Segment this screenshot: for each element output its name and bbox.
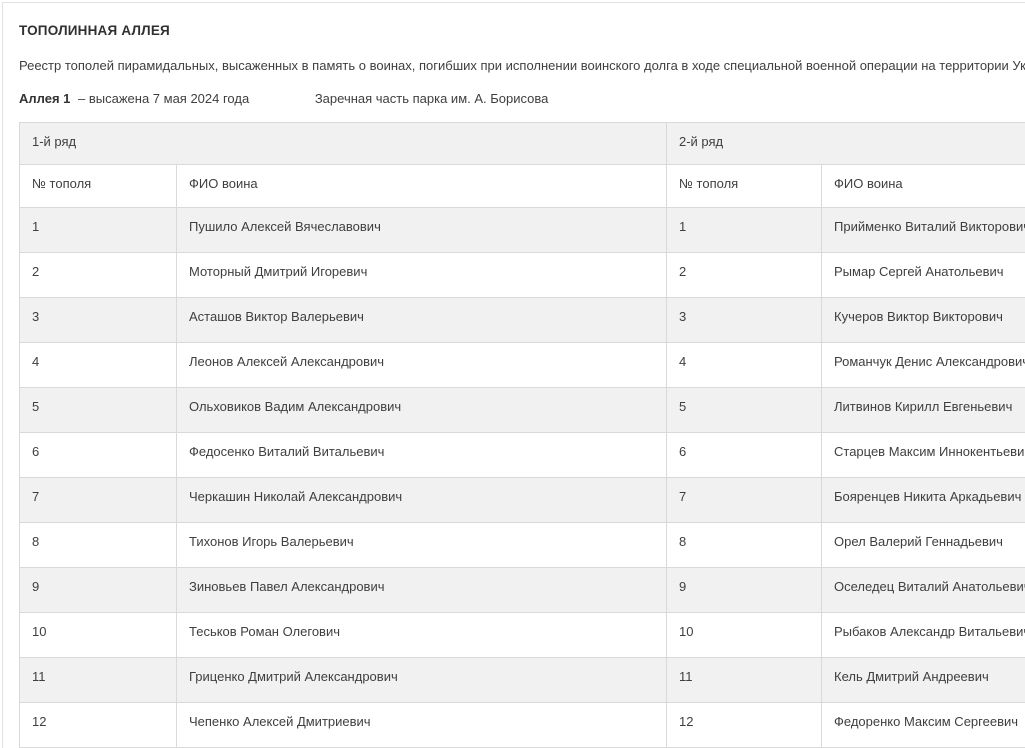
table-row: 1Пушило Алексей Вячеславович1Прийменко В… [20, 208, 1025, 253]
tree-number-row1: 4 [20, 343, 177, 388]
tree-number-row2: 4 [667, 343, 822, 388]
column-header-name-1: ФИО воина [177, 165, 667, 208]
row-group-label-1: 1-й ряд [20, 123, 667, 165]
tree-number-row1: 10 [20, 613, 177, 658]
table-row: 6Федосенко Виталий Витальевич6Старцев Ма… [20, 433, 1025, 478]
soldier-name-row2: Кель Дмитрий Андреевич [822, 658, 1025, 703]
row-group-label-2: 2-й ряд [667, 123, 1025, 165]
soldier-name-row1: Леонов Алексей Александрович [177, 343, 667, 388]
tree-number-row1: 2 [20, 253, 177, 298]
soldier-name-row1: Тихонов Игорь Валерьевич [177, 523, 667, 568]
tree-number-row1: 12 [20, 703, 177, 748]
soldier-name-row1: Черкашин Николай Александрович [177, 478, 667, 523]
page-container: ТОПОЛИННАЯ АЛЛЕЯ Реестр тополей пирамида… [2, 2, 1025, 748]
page-title: ТОПОЛИННАЯ АЛЛЕЯ [19, 23, 1025, 38]
tree-number-row1: 6 [20, 433, 177, 478]
tree-number-row2: 9 [667, 568, 822, 613]
tree-number-row2: 8 [667, 523, 822, 568]
tree-number-row2: 11 [667, 658, 822, 703]
tree-number-row2: 5 [667, 388, 822, 433]
soldier-name-row1: Чепенко Алексей Дмитриевич [177, 703, 667, 748]
column-header-name-2: ФИО воина [822, 165, 1025, 208]
table-row: 5Ольховиков Вадим Александрович5Литвинов… [20, 388, 1025, 433]
soldier-name-row2: Орел Валерий Геннадьевич [822, 523, 1025, 568]
tree-number-row2: 6 [667, 433, 822, 478]
table-row: 4Леонов Алексей Александрович4Романчук Д… [20, 343, 1025, 388]
table-row: 8Тихонов Игорь Валерьевич8Орел Валерий Г… [20, 523, 1025, 568]
table-row: 9Зиновьев Павел Александрович9Оселедец В… [20, 568, 1025, 613]
tree-number-row2: 2 [667, 253, 822, 298]
soldier-name-row2: Федоренко Максим Сергеевич [822, 703, 1025, 748]
soldier-name-row2: Романчук Денис Александрович [822, 343, 1025, 388]
column-header-row: № тополя ФИО воина № тополя ФИО воина [20, 165, 1025, 208]
tree-number-row2: 3 [667, 298, 822, 343]
soldier-name-row1: Теськов Роман Олегович [177, 613, 667, 658]
table-body: 1Пушило Алексей Вячеславович1Прийменко В… [20, 208, 1025, 748]
soldier-name-row2: Оселедец Виталий Анатольевич [822, 568, 1025, 613]
tree-number-row2: 10 [667, 613, 822, 658]
soldier-name-row1: Ольховиков Вадим Александрович [177, 388, 667, 433]
tree-number-row2: 7 [667, 478, 822, 523]
registry-description: Реестр тополей пирамидальных, высаженных… [19, 58, 1025, 73]
tree-number-row1: 9 [20, 568, 177, 613]
table-row: 3Асташов Виктор Валерьевич3Кучеров Викто… [20, 298, 1025, 343]
tree-number-row1: 8 [20, 523, 177, 568]
soldier-name-row1: Асташов Виктор Валерьевич [177, 298, 667, 343]
poplar-registry-table: 1-й ряд 2-й ряд № тополя ФИО воина № топ… [19, 122, 1025, 748]
soldier-name-row2: Кучеров Виктор Викторович [822, 298, 1025, 343]
soldier-name-row2: Прийменко Виталий Викторович [822, 208, 1025, 253]
soldier-name-row1: Гриценко Дмитрий Александрович [177, 658, 667, 703]
soldier-name-row1: Моторный Дмитрий Игоревич [177, 253, 667, 298]
soldier-name-row2: Старцев Максим Иннокентьевич [822, 433, 1025, 478]
column-header-number-2: № тополя [667, 165, 822, 208]
soldier-name-row2: Бояренцев Никита Аркадьевич [822, 478, 1025, 523]
row-group-header: 1-й ряд 2-й ряд [20, 123, 1025, 165]
table-row: 12Чепенко Алексей Дмитриевич12Федоренко … [20, 703, 1025, 748]
alley-planted-date: – высажена 7 мая 2024 года [78, 91, 249, 106]
tree-number-row2: 12 [667, 703, 822, 748]
tree-number-row1: 5 [20, 388, 177, 433]
soldier-name-row1: Федосенко Виталий Витальевич [177, 433, 667, 478]
table-row: 11Гриценко Дмитрий Александрович11Кель Д… [20, 658, 1025, 703]
soldier-name-row2: Рыбаков Александр Витальевич [822, 613, 1025, 658]
soldier-name-row2: Литвинов Кирилл Евгеньевич [822, 388, 1025, 433]
alley-info-line: Аллея 1 – высажена 7 мая 2024 года Зареч… [19, 91, 1025, 106]
table-row: 2Моторный Дмитрий Игоревич2Рымар Сергей … [20, 253, 1025, 298]
tree-number-row1: 3 [20, 298, 177, 343]
alley-location: Заречная часть парка им. А. Борисова [315, 91, 549, 106]
soldier-name-row1: Зиновьев Павел Александрович [177, 568, 667, 613]
tree-number-row1: 11 [20, 658, 177, 703]
soldier-name-row1: Пушило Алексей Вячеславович [177, 208, 667, 253]
table-row: 7Черкашин Николай Александрович7Бояренце… [20, 478, 1025, 523]
alley-name: Аллея 1 [19, 91, 70, 106]
table-row: 10Теськов Роман Олегович10Рыбаков Алекса… [20, 613, 1025, 658]
tree-number-row1: 1 [20, 208, 177, 253]
column-header-number-1: № тополя [20, 165, 177, 208]
tree-number-row2: 1 [667, 208, 822, 253]
soldier-name-row2: Рымар Сергей Анатольевич [822, 253, 1025, 298]
tree-number-row1: 7 [20, 478, 177, 523]
